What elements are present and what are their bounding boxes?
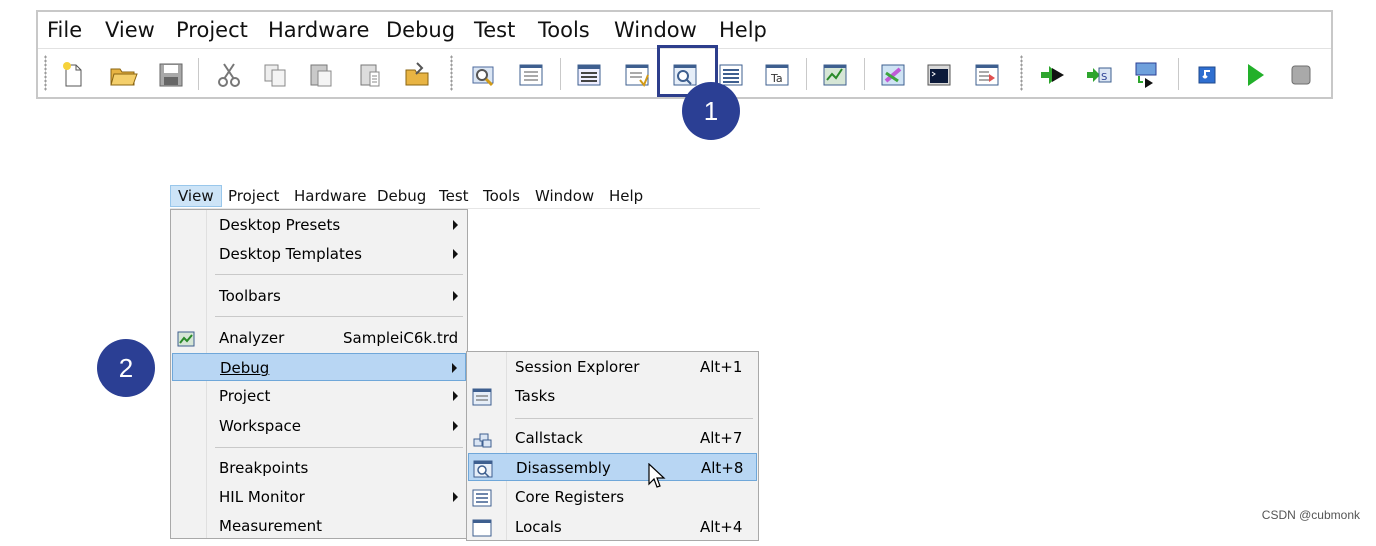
open-folder-icon[interactable] xyxy=(108,60,138,90)
step-source-icon[interactable]: S xyxy=(1084,60,1114,90)
submenu-item-disassembly[interactable]: Disassembly Alt+8 xyxy=(468,453,757,481)
app-window: File View Project Hardware Debug Test To… xyxy=(36,10,1333,99)
menu-tools[interactable]: Tools xyxy=(538,17,590,43)
step-into-icon[interactable] xyxy=(1132,60,1162,90)
svg-text:Ta: Ta xyxy=(770,72,783,85)
submenu-arrow-icon xyxy=(453,291,458,301)
menu-view[interactable]: View xyxy=(105,17,155,43)
submenu-arrow-icon xyxy=(453,249,458,259)
menu-hardware[interactable]: Hardware xyxy=(287,185,373,207)
submenu-arrow-icon xyxy=(452,363,457,373)
menu-item-workspace[interactable]: Workspace xyxy=(172,412,466,440)
console-icon[interactable] xyxy=(924,60,954,90)
menu-item-breakpoints[interactable]: Breakpoints xyxy=(172,454,466,482)
menu-project[interactable]: Project xyxy=(221,185,286,207)
menu-test[interactable]: Test xyxy=(432,185,476,207)
menu-view-active[interactable]: View xyxy=(170,185,222,207)
submenu-item-locals[interactable]: Locals Alt+4 xyxy=(468,513,757,541)
menu-test[interactable]: Test xyxy=(474,17,515,43)
menu-window[interactable]: Window xyxy=(528,185,601,207)
submenu-arrow-icon xyxy=(453,492,458,502)
menu-tools[interactable]: Tools xyxy=(476,185,527,207)
toolbar-grip[interactable] xyxy=(44,55,47,91)
menu-project[interactable]: Project xyxy=(176,17,248,43)
analyzer-icon xyxy=(177,329,195,347)
step-badge-2: 2 xyxy=(97,339,155,397)
menu-file[interactable]: File xyxy=(47,17,82,43)
cut-icon[interactable] xyxy=(214,60,244,90)
go-icon[interactable] xyxy=(1038,60,1068,90)
submenu-arrow-icon xyxy=(453,421,458,431)
locals-icon xyxy=(472,518,492,537)
submenu-arrow-icon xyxy=(453,220,458,230)
step-badge-1: 1 xyxy=(682,82,740,140)
menu-help[interactable]: Help xyxy=(602,185,650,207)
menu-hardware[interactable]: Hardware xyxy=(268,17,369,43)
submenu-arrow-icon xyxy=(453,391,458,401)
view-menubar: View Project Hardware Debug Test Tools W… xyxy=(170,183,760,209)
menu-item-hil-monitor[interactable]: HIL Monitor xyxy=(172,483,466,511)
menu-item-project[interactable]: Project xyxy=(172,382,466,410)
edit-list-icon[interactable] xyxy=(972,60,1002,90)
menu-debug[interactable]: Debug xyxy=(370,185,433,207)
menu-item-toolbars[interactable]: Toolbars xyxy=(172,282,466,310)
main-menubar: File View Project Hardware Debug Test To… xyxy=(38,12,1331,49)
session-explorer-icon[interactable] xyxy=(574,60,604,90)
callstack-icon xyxy=(472,429,492,448)
new-file-icon[interactable] xyxy=(58,60,88,90)
save-icon[interactable] xyxy=(156,60,186,90)
menu-debug[interactable]: Debug xyxy=(386,17,455,43)
submenu-item-session-explorer[interactable]: Session Explorer Alt+1 xyxy=(468,353,757,381)
menu-item-desktop-presets[interactable]: Desktop Presets xyxy=(172,211,466,239)
submenu-item-core-registers[interactable]: Core Registers xyxy=(468,483,757,511)
paste-icon[interactable] xyxy=(306,60,336,90)
disassembly-icon xyxy=(473,459,493,478)
analyzer-icon[interactable] xyxy=(820,60,850,90)
svg-text:S: S xyxy=(1101,72,1107,83)
submenu-item-callstack[interactable]: Callstack Alt+7 xyxy=(468,424,757,452)
submenu-item-tasks[interactable]: Tasks xyxy=(468,382,757,410)
reset-icon[interactable] xyxy=(1192,60,1222,90)
menu-item-debug[interactable]: Debug xyxy=(172,353,466,381)
menu-item-desktop-templates[interactable]: Desktop Templates xyxy=(172,240,466,268)
tasks-icon[interactable] xyxy=(622,60,652,90)
menu-item-analyzer[interactable]: Analyzer SampleiC6k.trd xyxy=(172,324,466,352)
open-project-icon[interactable] xyxy=(402,60,432,90)
menu-item-measurement[interactable]: Measurement xyxy=(172,512,466,540)
tasks-icon xyxy=(472,387,492,406)
mouse-pointer-icon xyxy=(648,462,666,489)
measurement-icon[interactable] xyxy=(878,60,908,90)
find-icon[interactable] xyxy=(468,60,498,90)
run-icon[interactable] xyxy=(1240,60,1270,90)
text-window-icon[interactable] xyxy=(516,60,546,90)
watermark: CSDN @cubmonk xyxy=(1261,508,1360,522)
copy-icon[interactable] xyxy=(260,60,290,90)
view-dropdown-menu: Desktop Presets Desktop Templates Toolba… xyxy=(170,209,468,539)
stop-icon[interactable] xyxy=(1286,60,1316,90)
hierarchy-icon[interactable]: Ta xyxy=(762,60,792,90)
debug-submenu: Session Explorer Alt+1 Tasks Callstack A… xyxy=(466,351,759,541)
menu-help[interactable]: Help xyxy=(719,17,767,43)
menu-window[interactable]: Window xyxy=(614,17,697,43)
paste-special-icon[interactable] xyxy=(356,60,386,90)
core-registers-icon xyxy=(472,488,492,507)
